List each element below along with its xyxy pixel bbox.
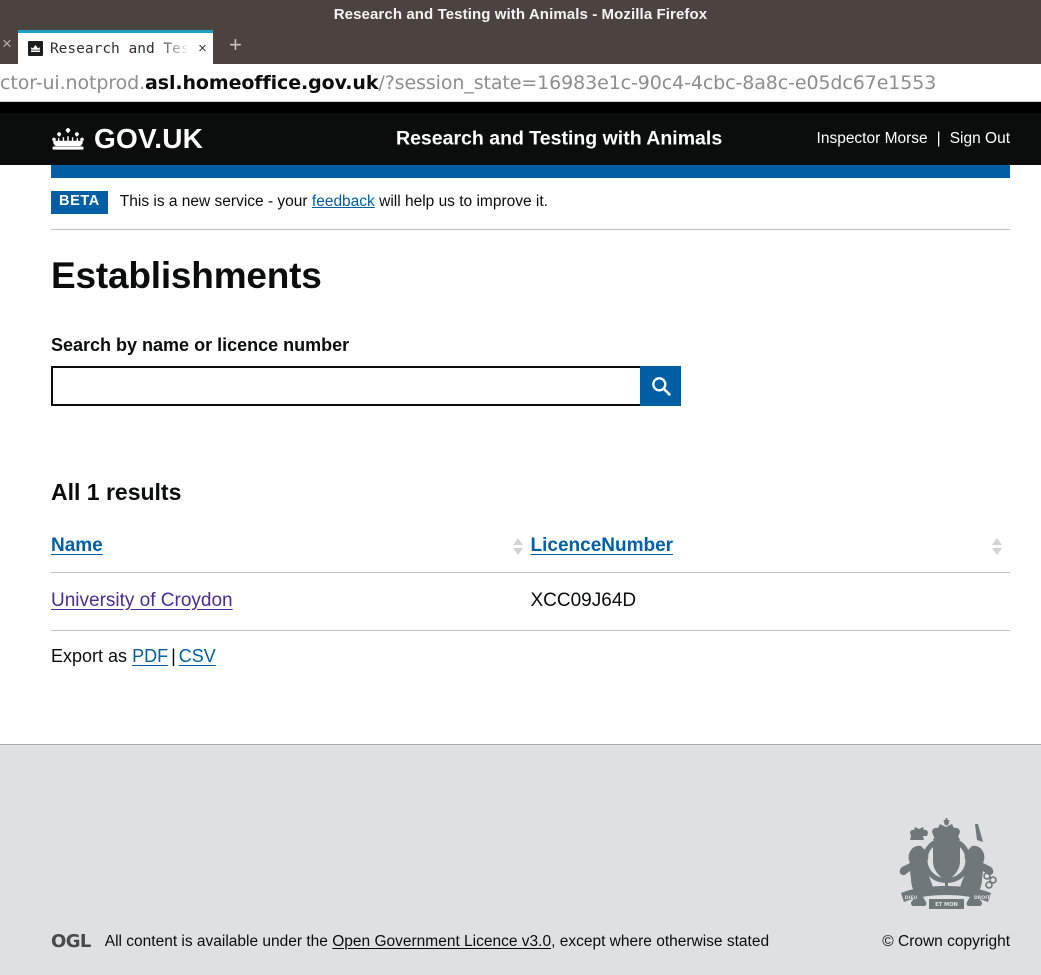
browser-tab-title: Research and Tes bbox=[49, 40, 190, 57]
url-suffix: /?session_state=16983e1c-90c4-4cbc-8a8c-… bbox=[378, 71, 937, 94]
cell-establishment-name: University of Croydon bbox=[51, 572, 531, 631]
crown-copyright: © Crown copyright bbox=[882, 932, 1010, 950]
cell-licence-number: XCC09J64D bbox=[530, 572, 1010, 631]
sort-by-licence-number-link[interactable]: LicenceNumber bbox=[531, 535, 674, 557]
page-footer: ET MON DIEU DROIT OGL All content is ava… bbox=[0, 744, 1041, 975]
establishment-link[interactable]: University of Croydon bbox=[51, 590, 233, 611]
licence-text-before: All content is available under the bbox=[104, 932, 328, 950]
main-content: Establishments Search by name or licence… bbox=[51, 230, 1010, 667]
phase-text-before: This is a new service - your bbox=[119, 193, 308, 211]
table-header-row: Name LicenceNumber bbox=[51, 534, 1010, 573]
export-pdf-link[interactable]: PDF bbox=[132, 646, 168, 666]
export-label: Export as bbox=[51, 645, 128, 666]
licence-text: All content is available under the Open … bbox=[105, 933, 769, 951]
browser-tab-active[interactable]: Research and Tes × bbox=[17, 30, 213, 64]
browser-urlbar[interactable]: ctor-ui.notprod.asl.homeoffice.gov.uk/?s… bbox=[0, 64, 1041, 102]
search-form bbox=[51, 365, 681, 406]
licence-text-after: , except where otherwise stated bbox=[551, 932, 770, 950]
browser-titlebar: Research and Testing with Animals - Mozi… bbox=[0, 0, 1041, 28]
new-tab-icon[interactable]: + bbox=[213, 34, 242, 64]
feedback-link[interactable]: feedback bbox=[312, 193, 375, 210]
url-host: asl.homeoffice.gov.uk bbox=[145, 71, 379, 94]
govuk-brand[interactable]: GOV.UK bbox=[51, 125, 203, 153]
phase-banner-text: This is a new service - your feedback wi… bbox=[120, 193, 548, 211]
sort-ascending-icon bbox=[512, 537, 523, 545]
svg-text:DIEU: DIEU bbox=[905, 895, 918, 901]
phase-banner: BETA This is a new service - your feedba… bbox=[51, 178, 1010, 230]
search-icon bbox=[651, 376, 671, 396]
results-table: Name LicenceNumber University of Croydon… bbox=[51, 534, 1010, 631]
export-separator: | bbox=[171, 645, 176, 666]
window-title: Research and Testing with Animals - Mozi… bbox=[333, 5, 708, 23]
sort-ascending-icon bbox=[992, 537, 1002, 545]
header-user-links: Inspector Morse | Sign Out bbox=[817, 130, 1010, 148]
govuk-navigation-bar bbox=[51, 165, 1010, 178]
results-count: All 1 results bbox=[51, 478, 182, 505]
phase-banner-wrapper: BETA This is a new service - your feedba… bbox=[51, 178, 1010, 230]
sort-arrows-licence-number-icon[interactable] bbox=[992, 535, 1010, 555]
govuk-header: GOV.UK Research and Testing with Animals… bbox=[0, 113, 1041, 165]
govuk-brand-name: GOV.UK bbox=[94, 123, 204, 154]
export-csv-link[interactable]: CSV bbox=[179, 646, 216, 666]
sort-by-name-link[interactable]: Name bbox=[51, 535, 103, 557]
browser-chrome: Research and Testing with Animals - Mozi… bbox=[0, 0, 1041, 113]
phase-text-after: will help us to improve it. bbox=[379, 193, 548, 211]
results-table-head: Name LicenceNumber bbox=[51, 534, 1010, 573]
govuk-crown-icon bbox=[51, 127, 85, 151]
page-title: Establishments bbox=[51, 254, 322, 296]
footer-bottom: OGL All content is available under the O… bbox=[51, 931, 1010, 952]
chrome-bottom-strip bbox=[0, 102, 1041, 113]
previous-tab-close-icon[interactable]: × bbox=[0, 35, 18, 64]
export-row: Export as PDF | CSV bbox=[51, 646, 1010, 667]
beta-tag: BETA bbox=[51, 191, 108, 214]
sort-descending-icon bbox=[992, 547, 1002, 555]
user-name-link[interactable]: Inspector Morse bbox=[817, 130, 928, 148]
open-government-licence-link[interactable]: Open Government Licence v3.0 bbox=[332, 933, 551, 950]
svg-text:ET MON: ET MON bbox=[935, 902, 958, 908]
column-header-name[interactable]: Name bbox=[51, 534, 531, 573]
ogl-logo-icon: OGL bbox=[51, 931, 91, 952]
table-row: University of Croydon XCC09J64D bbox=[51, 572, 1010, 631]
search-button[interactable] bbox=[640, 365, 681, 406]
url-prefix: ctor-ui.notprod. bbox=[0, 71, 146, 94]
crown-favicon-icon bbox=[27, 41, 43, 56]
sort-arrows-name-icon[interactable] bbox=[512, 535, 531, 555]
browser-tabstrip: × Research and Tes × + bbox=[0, 28, 1041, 64]
tab-close-icon[interactable]: × bbox=[196, 41, 207, 56]
url-text: ctor-ui.notprod.asl.homeoffice.gov.uk/?s… bbox=[0, 72, 936, 94]
search-input[interactable] bbox=[51, 365, 640, 406]
column-header-licence-number[interactable]: LicenceNumber bbox=[530, 534, 1010, 573]
royal-coat-of-arms-icon: ET MON DIEU DROIT bbox=[883, 814, 1010, 914]
header-links-separator: | bbox=[936, 130, 941, 147]
service-name: Research and Testing with Animals bbox=[396, 127, 723, 150]
sort-descending-icon bbox=[512, 547, 523, 555]
search-label: Search by name or licence number bbox=[51, 334, 350, 355]
svg-text:DROIT: DROIT bbox=[974, 895, 991, 901]
sign-out-link[interactable]: Sign Out bbox=[950, 130, 1010, 148]
results-table-body: University of Croydon XCC09J64D bbox=[51, 572, 1010, 631]
